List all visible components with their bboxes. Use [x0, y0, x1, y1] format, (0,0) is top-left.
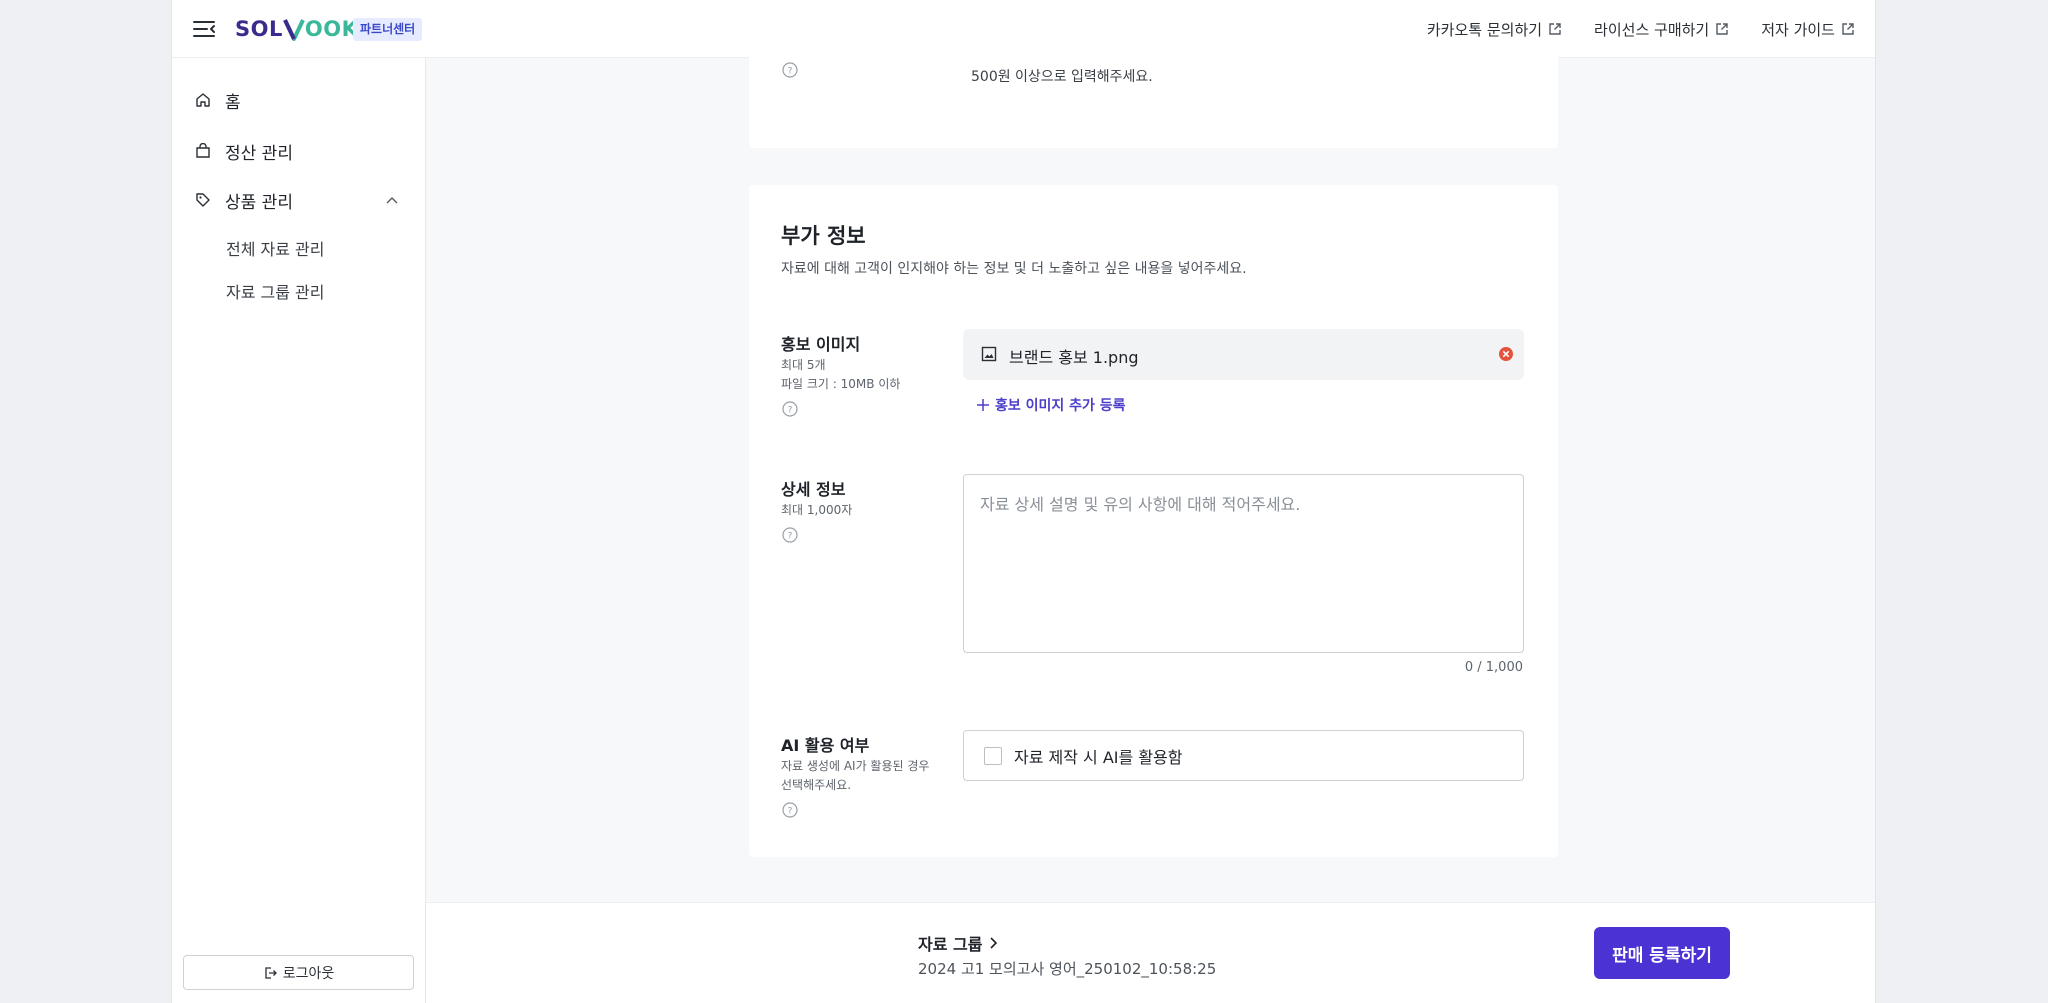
ai-usage-option[interactable]: 자료 제작 시 AI를 활용함 — [963, 730, 1524, 781]
ai-usage-checkbox-label: 자료 제작 시 AI를 활용함 — [1014, 747, 1183, 767]
help-icon[interactable]: ? — [782, 62, 798, 78]
promo-image-limit: 최대 5개 — [781, 358, 826, 372]
home-icon — [196, 93, 210, 107]
ai-usage-checkbox[interactable] — [984, 746, 1002, 765]
add-promo-image-button[interactable]: 홍보 이미지 추가 등록 — [976, 395, 1126, 415]
sidebar-subitem-all-materials[interactable]: 전체 자료 관리 — [226, 236, 325, 260]
ai-usage-hint-1: 자료 생성에 AI가 활용된 경우 — [781, 759, 930, 773]
price-hint: 500원 이상으로 입력해주세요. — [971, 69, 1153, 85]
plus-icon — [977, 399, 989, 411]
external-link-icon — [1716, 23, 1728, 35]
promo-image-size: 파일 크기 : 10MB 이하 — [781, 377, 901, 391]
svg-text:?: ? — [788, 807, 793, 817]
menu-collapse-icon[interactable] — [192, 19, 216, 39]
kakaotalk-inquiry-link[interactable]: 카카오톡 문의하기 — [1427, 19, 1562, 40]
chevron-right-icon — [990, 937, 998, 949]
external-link-icon — [1842, 23, 1854, 35]
help-icon[interactable]: ? — [782, 802, 798, 818]
add-promo-image-label: 홍보 이미지 추가 등록 — [995, 398, 1126, 414]
logout-label: 로그아웃 — [282, 965, 335, 982]
chevron-up-icon[interactable] — [384, 192, 400, 208]
register-for-sale-button[interactable]: 판매 등록하기 — [1594, 927, 1730, 979]
external-link-icon — [1549, 23, 1561, 35]
logo-v-mark-icon — [283, 19, 305, 41]
detail-info-textarea[interactable] — [963, 474, 1524, 653]
logo-text-right: OOK — [304, 17, 359, 41]
kakaotalk-inquiry-label: 카카오톡 문의하기 — [1426, 20, 1543, 39]
help-icon[interactable]: ? — [782, 527, 798, 543]
sidebar-item-label: 상품 관리 — [225, 192, 293, 213]
author-guide-label: 저자 가이드 — [1761, 20, 1835, 39]
app-window: SOL OOK 파트너센터 카카오톡 문의하기 라이선스 구매하기 저자 가이드 — [171, 0, 1876, 1003]
license-purchase-label: 라이선스 구매하기 — [1594, 20, 1710, 39]
tag-icon — [196, 193, 210, 207]
section-description: 자료에 대해 고객이 인지해야 하는 정보 및 더 노출하고 싶은 내용을 넣어… — [781, 261, 1247, 277]
promo-image-label: 홍보 이미지 — [781, 335, 861, 354]
material-group-link[interactable]: 자료 그룹 — [918, 931, 1000, 955]
shopping-bag-icon — [196, 143, 210, 158]
sidebar-subitem-material-groups[interactable]: 자료 그룹 관리 — [226, 279, 325, 303]
ai-usage-label: AI 활용 여부 — [781, 736, 870, 755]
license-purchase-link[interactable]: 라이선스 구매하기 — [1594, 19, 1729, 40]
logo-text-left: SOL — [235, 17, 283, 41]
bottom-action-bar: 자료 그룹 2024 고1 모의고사 영어_250102_10:58:25 판매… — [426, 902, 1875, 1003]
image-icon — [981, 346, 997, 362]
svg-text:?: ? — [788, 532, 793, 542]
svg-text:?: ? — [788, 67, 793, 77]
logout-button[interactable]: 로그아웃 — [183, 955, 414, 990]
price-card — [749, 40, 1558, 148]
sidebar: 홈 정산 관리 상품 관리 전체 자료 관리 자료 그룹 관리 로그아웃 — [172, 58, 426, 1003]
sidebar-item-label: 홈 — [225, 92, 241, 113]
uploaded-file-chip: 브랜드 홍보 1.png — [963, 329, 1524, 380]
ai-usage-hint-2: 선택해주세요. — [781, 778, 852, 792]
help-icon[interactable]: ? — [782, 401, 798, 417]
solvook-logo[interactable]: SOL OOK — [235, 16, 358, 42]
author-guide-link[interactable]: 저자 가이드 — [1761, 19, 1855, 40]
material-group-value: 2024 고1 모의고사 영어_250102_10:58:25 — [918, 960, 1217, 978]
remove-file-icon[interactable] — [1498, 346, 1514, 362]
sidebar-item-label: 정산 관리 — [225, 143, 293, 164]
material-group-label: 자료 그룹 — [918, 935, 983, 954]
sidebar-item-products[interactable]: 상품 관리 — [195, 188, 293, 213]
logout-icon — [265, 966, 277, 979]
sidebar-item-home[interactable]: 홈 — [195, 88, 241, 113]
sidebar-item-settlement[interactable]: 정산 관리 — [195, 139, 293, 164]
partner-center-badge: 파트너센터 — [353, 18, 423, 41]
detail-char-count: 0 / 1,000 — [1464, 660, 1523, 675]
file-name: 브랜드 홍보 1.png — [1009, 348, 1139, 367]
svg-text:?: ? — [788, 406, 793, 416]
detail-info-label: 상세 정보 — [781, 480, 846, 499]
section-title: 부가 정보 — [781, 224, 866, 248]
detail-info-limit: 최대 1,000자 — [781, 503, 853, 517]
